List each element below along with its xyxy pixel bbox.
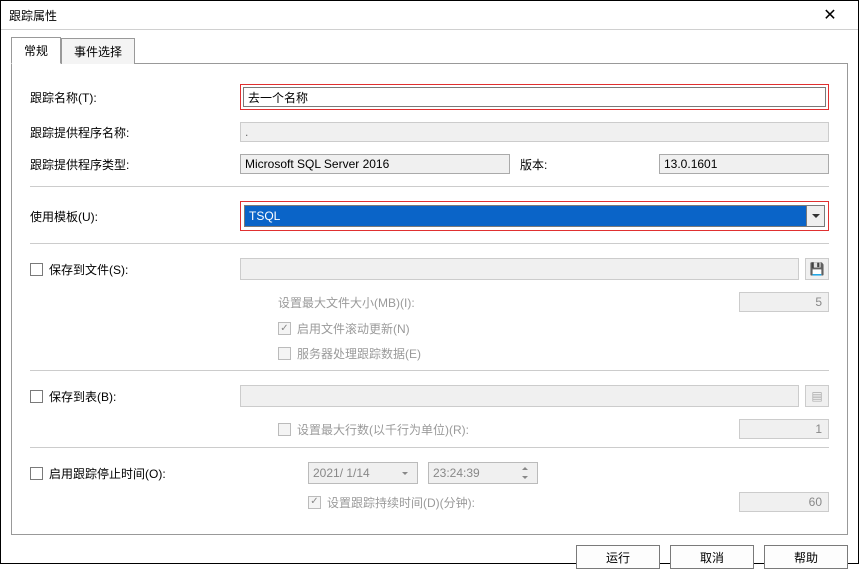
trace-properties-dialog: 跟踪属性 ✕ 常规 事件选择 跟踪名称(T): 跟踪提供程序名称: 跟踪提供程	[0, 0, 859, 564]
save-file-label: 保存到文件(S):	[49, 261, 128, 278]
divider-3	[30, 370, 829, 371]
provider-name-label: 跟踪提供程序名称:	[30, 124, 240, 141]
rollover-checkbox	[278, 322, 291, 335]
grid-icon: ▤	[811, 389, 822, 403]
max-file-size-field	[739, 292, 829, 312]
time-spinner	[517, 464, 533, 482]
rollover-label: 启用文件滚动更新(N)	[297, 320, 410, 337]
dialog-body: 常规 事件选择 跟踪名称(T): 跟踪提供程序名称: 跟踪提供程序类型: 版本:	[1, 30, 858, 579]
stop-date-value: 2021/ 1/14	[313, 466, 370, 480]
spin-down-icon	[517, 473, 533, 482]
tabstrip: 常规 事件选择	[11, 38, 848, 64]
save-file-check-wrap: 保存到文件(S):	[30, 261, 240, 278]
save-file-path	[240, 258, 799, 280]
max-file-size-label: 设置最大文件大小(MB)(I):	[278, 294, 415, 311]
save-table-check-wrap: 保存到表(B):	[30, 388, 240, 405]
enable-stop-label: 启用跟踪停止时间(O):	[49, 465, 166, 482]
dialog-title: 跟踪属性	[9, 7, 810, 24]
stop-time-picker: 23:24:39	[428, 462, 538, 484]
max-rows-checkbox	[278, 423, 291, 436]
tab-general-page: 跟踪名称(T): 跟踪提供程序名称: 跟踪提供程序类型: 版本: 使用模板(	[11, 63, 848, 535]
help-button[interactable]: 帮助	[764, 545, 848, 569]
divider-1	[30, 186, 829, 187]
enable-stop-checkbox[interactable]	[30, 467, 43, 480]
save-file-subopts: 设置最大文件大小(MB)(I): 启用文件滚动更新(N) 服务器处理跟踪数据(E…	[278, 292, 829, 362]
provider-type-label: 跟踪提供程序类型:	[30, 156, 240, 173]
use-template-selected: TSQL	[245, 206, 806, 226]
use-template-highlight: TSQL	[240, 201, 829, 231]
spin-up-icon	[517, 464, 533, 473]
tab-events[interactable]: 事件选择	[61, 38, 135, 64]
server-process-label: 服务器处理跟踪数据(E)	[297, 345, 421, 362]
row-save-table: 保存到表(B): ▤	[30, 385, 829, 407]
provider-name-field	[240, 122, 829, 142]
browse-table-button[interactable]: ▤	[805, 385, 829, 407]
row-use-template: 使用模板(U): TSQL	[30, 201, 829, 231]
max-rows-label: 设置最大行数(以千行为单位)(R):	[297, 421, 469, 438]
use-template-label: 使用模板(U):	[30, 208, 240, 225]
max-rows-field	[739, 419, 829, 439]
save-table-checkbox[interactable]	[30, 390, 43, 403]
chevron-down-icon	[397, 472, 413, 475]
save-table-subopts: 设置最大行数(以千行为单位)(R):	[278, 419, 829, 439]
cancel-button[interactable]: 取消	[670, 545, 754, 569]
save-table-target	[240, 385, 799, 407]
provider-type-field	[240, 154, 510, 174]
trace-name-label: 跟踪名称(T):	[30, 89, 240, 106]
close-button[interactable]: ✕	[810, 1, 850, 29]
chevron-down-icon[interactable]	[806, 206, 824, 226]
row-provider-type: 跟踪提供程序类型: 版本:	[30, 154, 829, 174]
stop-time-subopts: 设置跟踪持续时间(D)(分钟):	[308, 492, 829, 512]
stop-time-value: 23:24:39	[433, 466, 480, 480]
row-trace-name: 跟踪名称(T):	[30, 84, 829, 110]
server-process-checkbox	[278, 347, 291, 360]
duration-checkbox	[308, 496, 321, 509]
save-icon: 💾	[810, 262, 825, 276]
enable-stop-check-wrap: 启用跟踪停止时间(O):	[30, 465, 278, 482]
row-stop-time: 启用跟踪停止时间(O): 2021/ 1/14 23:24:39	[30, 462, 829, 484]
divider-2	[30, 243, 829, 244]
save-file-checkbox[interactable]	[30, 263, 43, 276]
stop-date-picker: 2021/ 1/14	[308, 462, 418, 484]
save-table-label: 保存到表(B):	[49, 388, 116, 405]
trace-name-highlight	[240, 84, 829, 110]
trace-name-input[interactable]	[243, 87, 826, 107]
tab-general[interactable]: 常规	[11, 37, 61, 64]
duration-label: 设置跟踪持续时间(D)(分钟):	[327, 494, 475, 511]
duration-field	[739, 492, 829, 512]
use-template-combo[interactable]: TSQL	[244, 205, 825, 227]
row-save-file: 保存到文件(S): 💾	[30, 258, 829, 280]
run-button[interactable]: 运行	[576, 545, 660, 569]
titlebar: 跟踪属性 ✕	[1, 1, 858, 30]
divider-4	[30, 447, 829, 448]
version-field	[659, 154, 829, 174]
row-provider-name: 跟踪提供程序名称:	[30, 122, 829, 142]
browse-file-button[interactable]: 💾	[805, 258, 829, 280]
version-label: 版本:	[520, 156, 580, 173]
